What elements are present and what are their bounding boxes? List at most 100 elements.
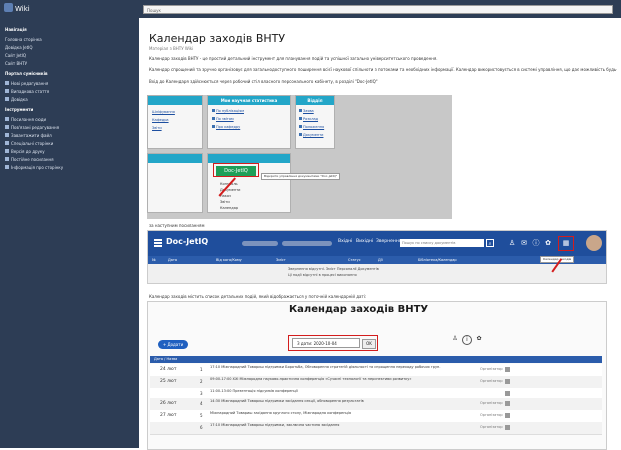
docjetiq-table-header: № Дата Від кого/Кому Зміст Статус Дії Бі… (148, 256, 606, 264)
sidebar-item[interactable]: Спеціальні сторінки (5, 140, 53, 148)
doc-sub-item: Наказ (220, 194, 231, 198)
panel-dept: Відділ Заява Розклад Положення Документи (295, 95, 335, 149)
mail-icon[interactable]: ✉ (520, 239, 528, 247)
panel-stats: Мои научная статистика По публікаціям По… (207, 95, 291, 149)
sidebar-item[interactable]: Постійне посилання (5, 156, 54, 164)
panel-left-link[interactable]: Кафедра (152, 118, 169, 123)
screenshot-desktop: Шліфування Кафедра Звіти Мои научная ста… (147, 95, 452, 219)
event-organizer: Організатор (480, 379, 503, 383)
sidebar-item[interactable]: Сайт ВНТУ (5, 60, 27, 68)
settings-icon[interactable]: ✿ (474, 335, 484, 345)
sidebar-item-label: Версія до друку (11, 149, 45, 154)
event-number: 3 (200, 391, 203, 396)
trash-icon[interactable] (505, 367, 510, 372)
trash-icon[interactable] (505, 379, 510, 384)
sidebar-item[interactable]: Завантажити файл (5, 132, 52, 140)
main-content: Календар заходів ВНТУ Матеріал з ВНТУ Wi… (139, 18, 621, 450)
panel-left-header (148, 96, 202, 105)
link-icon (212, 125, 215, 128)
hamburger-menu-icon[interactable] (154, 239, 162, 247)
settings-icon[interactable]: ✿ (544, 239, 552, 247)
avatar[interactable] (586, 235, 602, 251)
search-input[interactable]: Пошук (143, 5, 613, 14)
tab-requests[interactable]: Звернення (376, 239, 401, 244)
info-icon[interactable]: i (462, 335, 472, 345)
docjetiq-search-input[interactable]: Пошук по списку документів (400, 239, 484, 247)
dept-link[interactable]: Розклад (299, 117, 318, 122)
panel-doc-header (208, 154, 290, 163)
panel-left: Шліфування Кафедра Звіти (147, 95, 203, 149)
stats-link[interactable]: По публікаціям (212, 109, 244, 114)
col-from: Від кого/Кому (216, 258, 242, 262)
sidebar-item[interactable]: Інформація про сторінку (5, 164, 63, 172)
paragraph-3: Вхід до Календаря здійснюється через роб… (149, 79, 378, 84)
sidebar: Навігація Головна сторінка Довідка JetIQ Са… (0, 18, 139, 448)
stats-link[interactable]: По звітам (212, 117, 234, 122)
trash-icon[interactable] (505, 413, 510, 418)
trash-icon[interactable] (505, 425, 510, 430)
stats-link[interactable]: Про кафедру (212, 125, 240, 130)
user-icon[interactable]: ♙ (450, 335, 460, 345)
user-role-blurred (282, 241, 332, 246)
calendar-table-header: Дата / Назва (150, 356, 602, 363)
event-organizer: Організатор (480, 401, 503, 405)
docjetiq-header: Doc-JetIQ Вхідні Вихідні Звернення Пошук… (148, 231, 606, 256)
sidebar-item-icon (5, 89, 9, 93)
sidebar-item[interactable]: Головна сторінка (5, 36, 42, 44)
paragraph-2: Календар спрощений та зручно організовує… (149, 67, 617, 72)
highlight-box (558, 236, 574, 251)
dept-link[interactable]: Документи (299, 133, 323, 138)
sidebar-item[interactable]: Пов'язані редагування (5, 124, 59, 132)
tab-outgoing[interactable]: Вихідні (356, 239, 373, 244)
page-title: Календар заходів ВНТУ (149, 32, 286, 45)
sidebar-item[interactable]: Випадкова стаття (5, 88, 49, 96)
sidebar-item-icon (5, 81, 9, 85)
add-event-button[interactable]: + Додати (158, 340, 188, 349)
user-icon[interactable]: ♙ (508, 239, 516, 247)
calendar-row[interactable]: 6 17:10 Міжнародний Товариш підтримки, за… (150, 422, 602, 435)
sidebar-section-heading: Інструменти (5, 106, 33, 114)
event-number: 4 (200, 401, 203, 406)
event-description: 17:10 Міжнародний Товариш підтримки, зак… (210, 423, 340, 427)
search-icon[interactable]: ⌕ (486, 239, 494, 247)
tab-incoming[interactable]: Вхідні (338, 239, 352, 244)
link-icon (299, 133, 302, 136)
info-icon[interactable]: ⓘ (532, 239, 540, 247)
sidebar-item-label: Навігація (5, 27, 27, 32)
link-icon (299, 109, 302, 112)
tooltip: Відкрити управління документами "Doc-Jet… (261, 173, 341, 180)
stats-link-label: Про кафедру (216, 125, 241, 129)
sidebar-item-label: Нові редагування (11, 81, 49, 86)
trash-icon[interactable] (505, 401, 510, 406)
sidebar-item-label: Сайт ВНТУ (5, 61, 28, 66)
event-date: 25 лют (160, 379, 177, 384)
sidebar-item-label: Спеціальні сторінки (11, 141, 54, 146)
wiki-logo[interactable]: Wiki (4, 3, 40, 15)
logo-text: Wiki (15, 5, 30, 13)
caption-shot2: за наступним посиланням (149, 223, 205, 228)
event-description: 09:00-17:00 XXI Міжнародна науково-практ… (210, 377, 412, 381)
trash-icon[interactable] (505, 391, 510, 396)
sidebar-section-heading: Портал сумісників (5, 70, 47, 78)
sidebar-item-icon (5, 133, 9, 137)
panel-left-link[interactable]: Шліфування (152, 110, 175, 115)
sidebar-item-label: Довідка JetIQ (5, 45, 33, 50)
sidebar-item[interactable]: Довідка JetIQ (5, 44, 32, 52)
stats-link-label: По звітам (216, 117, 234, 121)
event-organizer: Організатор (480, 425, 503, 429)
dept-link[interactable]: Заява (299, 109, 314, 114)
event-number: 6 (200, 425, 203, 430)
sidebar-item-label: Посилання сюди (11, 117, 47, 122)
sidebar-item[interactable]: Версія до друку (5, 148, 45, 156)
link-icon (299, 125, 302, 128)
panel-left-link[interactable]: Звіти (152, 126, 162, 131)
caption-shot3: Календар заходів містить список детальни… (149, 294, 367, 299)
sidebar-item[interactable]: Сайт JetIQ (5, 52, 26, 60)
sidebar-item[interactable]: Довідка (5, 96, 28, 104)
col-status: Статус (348, 258, 361, 262)
sidebar-item[interactable]: Нові редагування (5, 80, 48, 88)
sidebar-item[interactable]: Посилання сюди (5, 116, 46, 124)
sidebar-item-icon (5, 157, 9, 161)
dept-link-label: Заява (303, 109, 314, 113)
dept-link[interactable]: Положення (299, 125, 324, 130)
